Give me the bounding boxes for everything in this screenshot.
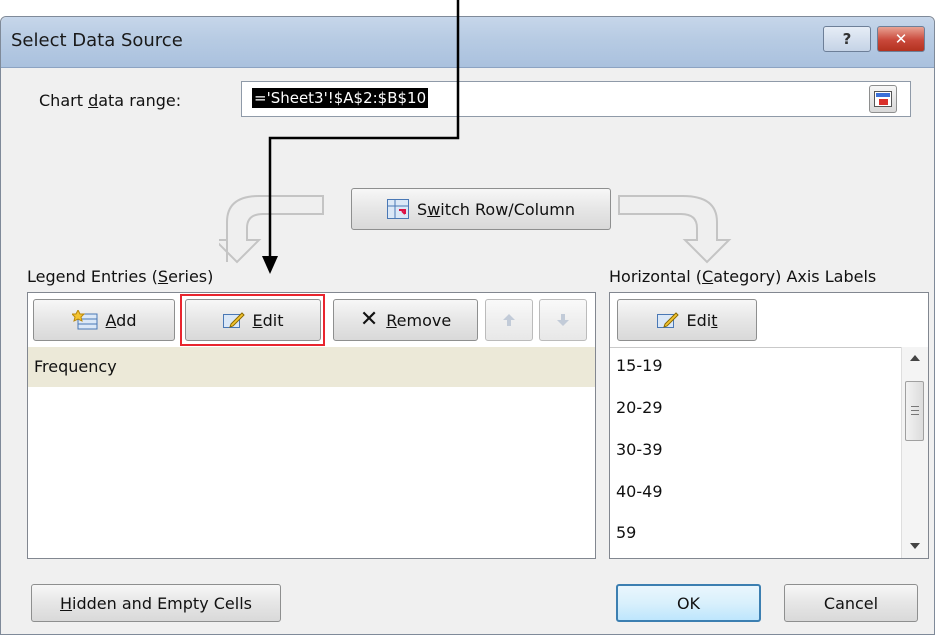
annotation-arrow [262, 0, 460, 274]
